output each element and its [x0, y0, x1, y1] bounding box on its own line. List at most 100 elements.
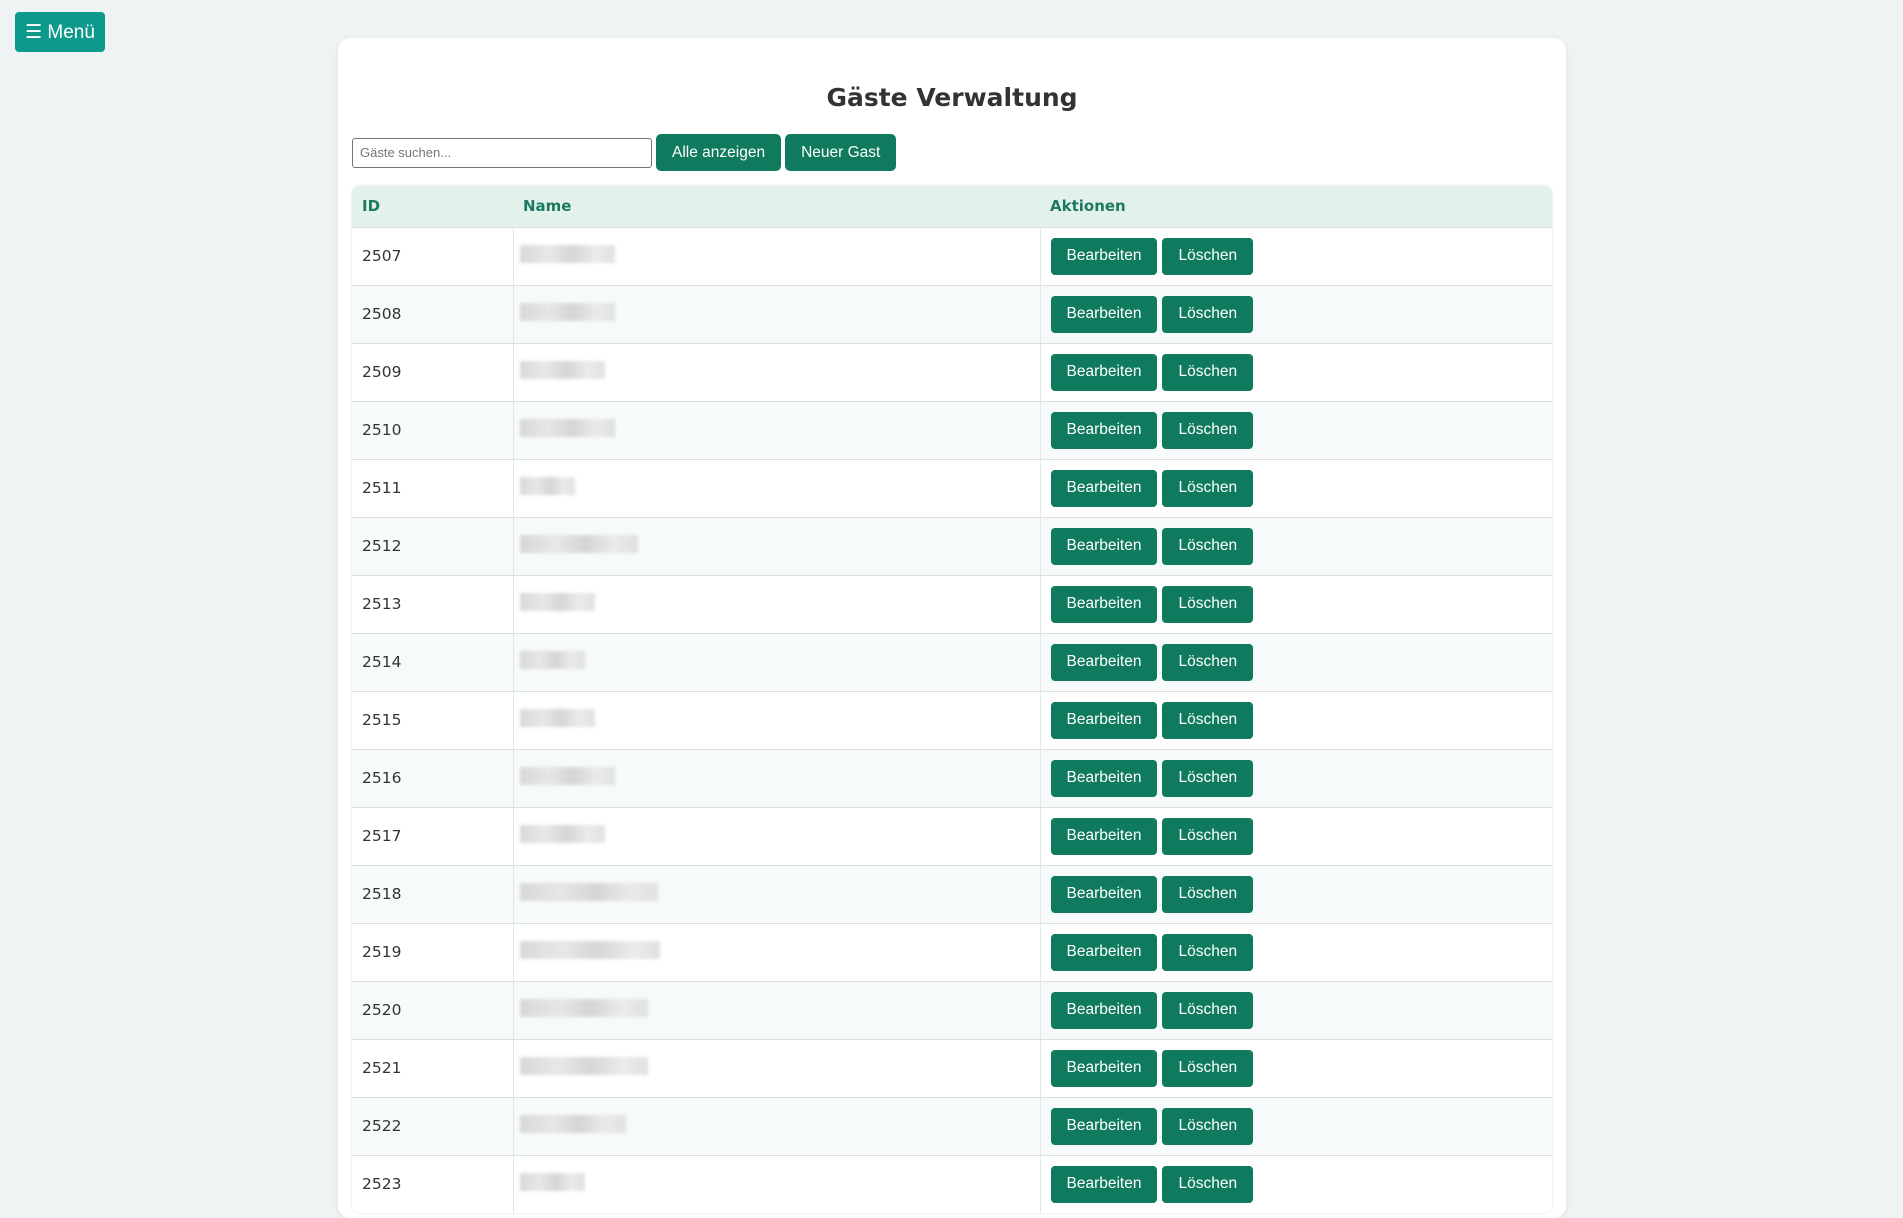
edit-guest-button[interactable]: Bearbeiten	[1050, 469, 1158, 507]
redacted-name	[519, 303, 615, 321]
guest-actions-cell: Bearbeiten Löschen	[1040, 343, 1552, 401]
row-actions: Bearbeiten Löschen	[1050, 701, 1543, 739]
guest-name-cell	[513, 227, 1041, 285]
guest-name-cell	[513, 633, 1041, 691]
table-row: 2517 Bearbeiten Löschen	[352, 807, 1552, 865]
delete-guest-button[interactable]: Löschen	[1162, 1165, 1254, 1203]
redacted-name	[519, 825, 605, 843]
guest-id-cell: 2510	[352, 401, 514, 459]
guest-actions-cell: Bearbeiten Löschen	[1040, 1155, 1552, 1213]
edit-guest-button[interactable]: Bearbeiten	[1050, 585, 1158, 623]
delete-guest-button[interactable]: Löschen	[1162, 991, 1254, 1029]
edit-guest-button[interactable]: Bearbeiten	[1050, 1049, 1158, 1087]
guest-name-cell	[513, 691, 1041, 749]
table-row: 2514 Bearbeiten Löschen	[352, 633, 1552, 691]
redacted-name	[519, 883, 658, 901]
guest-name-cell	[513, 865, 1041, 923]
delete-guest-button[interactable]: Löschen	[1162, 1049, 1254, 1087]
edit-guest-button[interactable]: Bearbeiten	[1050, 527, 1158, 565]
edit-guest-button[interactable]: Bearbeiten	[1050, 759, 1158, 797]
delete-guest-button[interactable]: Löschen	[1162, 295, 1254, 333]
edit-guest-button[interactable]: Bearbeiten	[1050, 1165, 1158, 1203]
redacted-name	[519, 477, 575, 495]
guest-actions-cell: Bearbeiten Löschen	[1040, 575, 1552, 633]
edit-guest-button[interactable]: Bearbeiten	[1050, 353, 1158, 391]
delete-guest-button[interactable]: Löschen	[1162, 1107, 1254, 1145]
edit-guest-button[interactable]: Bearbeiten	[1050, 701, 1158, 739]
column-header-id: ID	[362, 197, 381, 216]
delete-guest-button[interactable]: Löschen	[1162, 527, 1254, 565]
edit-guest-button[interactable]: Bearbeiten	[1050, 991, 1158, 1029]
table-row: 2518 Bearbeiten Löschen	[352, 865, 1552, 923]
edit-guest-button[interactable]: Bearbeiten	[1050, 817, 1158, 855]
row-actions: Bearbeiten Löschen	[1050, 933, 1543, 971]
row-actions: Bearbeiten Löschen	[1050, 237, 1543, 275]
delete-guest-button[interactable]: Löschen	[1162, 469, 1254, 507]
guest-id-cell: 2522	[352, 1097, 514, 1155]
row-actions: Bearbeiten Löschen	[1050, 991, 1543, 1029]
row-actions: Bearbeiten Löschen	[1050, 585, 1543, 623]
new-guest-button[interactable]: Neuer Gast	[785, 134, 897, 171]
guest-actions-cell: Bearbeiten Löschen	[1040, 865, 1552, 923]
row-actions: Bearbeiten Löschen	[1050, 353, 1543, 391]
guest-actions-cell: Bearbeiten Löschen	[1040, 923, 1552, 981]
edit-guest-button[interactable]: Bearbeiten	[1050, 411, 1158, 449]
guest-actions-cell: Bearbeiten Löschen	[1040, 633, 1552, 691]
delete-guest-button[interactable]: Löschen	[1162, 701, 1254, 739]
delete-guest-button[interactable]: Löschen	[1162, 585, 1254, 623]
edit-guest-button[interactable]: Bearbeiten	[1050, 933, 1158, 971]
guest-actions-cell: Bearbeiten Löschen	[1040, 401, 1552, 459]
guest-name-cell	[513, 807, 1041, 865]
page-title: Gäste Verwaltung	[826, 83, 1078, 112]
guest-table: ID Name Aktionen 2507 Bearbeiten Löschen 25…	[352, 186, 1552, 1213]
redacted-name	[519, 1115, 626, 1133]
row-actions: Bearbeiten Löschen	[1050, 817, 1543, 855]
guest-name-cell	[513, 981, 1041, 1039]
row-actions: Bearbeiten Löschen	[1050, 1049, 1543, 1087]
guest-id-cell: 2508	[352, 285, 514, 343]
guest-actions-cell: Bearbeiten Löschen	[1040, 1097, 1552, 1155]
delete-guest-button[interactable]: Löschen	[1162, 643, 1254, 681]
edit-guest-button[interactable]: Bearbeiten	[1050, 643, 1158, 681]
redacted-name	[519, 245, 615, 263]
edit-guest-button[interactable]: Bearbeiten	[1050, 295, 1158, 333]
guest-id-cell: 2512	[352, 517, 514, 575]
menu-button[interactable]: ☰ Menü	[15, 12, 105, 52]
redacted-name	[519, 361, 605, 379]
delete-guest-button[interactable]: Löschen	[1162, 933, 1254, 971]
redacted-name	[519, 941, 660, 959]
guest-id-cell: 2519	[352, 923, 514, 981]
column-header-actions: Aktionen	[1050, 197, 1126, 216]
guest-management-panel: Gäste Verwaltung Alle anzeigen Neuer Gas…	[338, 38, 1566, 1218]
delete-guest-button[interactable]: Löschen	[1162, 237, 1254, 275]
edit-guest-button[interactable]: Bearbeiten	[1050, 237, 1158, 275]
delete-guest-button[interactable]: Löschen	[1162, 875, 1254, 913]
guest-id-cell: 2518	[352, 865, 514, 923]
guest-name-cell	[513, 343, 1041, 401]
delete-guest-button[interactable]: Löschen	[1162, 353, 1254, 391]
guest-name-cell	[513, 1155, 1041, 1213]
guest-name-cell	[513, 1039, 1041, 1097]
guest-actions-cell: Bearbeiten Löschen	[1040, 981, 1552, 1039]
redacted-name	[519, 1057, 648, 1075]
redacted-name	[519, 709, 595, 727]
guest-name-cell	[513, 285, 1041, 343]
edit-guest-button[interactable]: Bearbeiten	[1050, 1107, 1158, 1145]
delete-guest-button[interactable]: Löschen	[1162, 411, 1254, 449]
row-actions: Bearbeiten Löschen	[1050, 875, 1543, 913]
show-all-button[interactable]: Alle anzeigen	[656, 134, 782, 171]
table-header-row: ID Name Aktionen	[352, 186, 1552, 227]
delete-guest-button[interactable]: Löschen	[1162, 759, 1254, 797]
guest-actions-cell: Bearbeiten Löschen	[1040, 1039, 1552, 1097]
guest-id-cell: 2521	[352, 1039, 514, 1097]
table-row: 2516 Bearbeiten Löschen	[352, 749, 1552, 807]
guest-search-input[interactable]	[352, 137, 652, 168]
guest-actions-cell: Bearbeiten Löschen	[1040, 749, 1552, 807]
table-row: 2522 Bearbeiten Löschen	[352, 1097, 1552, 1155]
guest-id-cell: 2514	[352, 633, 514, 691]
delete-guest-button[interactable]: Löschen	[1162, 817, 1254, 855]
edit-guest-button[interactable]: Bearbeiten	[1050, 875, 1158, 913]
toolbar: Alle anzeigen Neuer Gast	[352, 134, 897, 171]
table-row: 2521 Bearbeiten Löschen	[352, 1039, 1552, 1097]
guest-id-cell: 2511	[352, 459, 514, 517]
